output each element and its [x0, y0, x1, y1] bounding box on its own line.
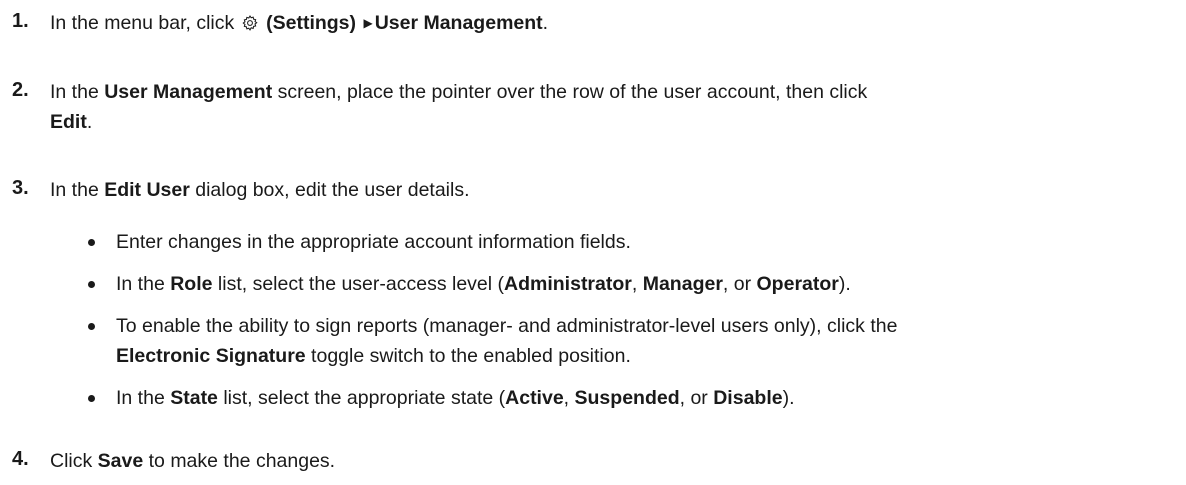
step-text-part: Click [50, 450, 98, 472]
step-number: 3. [12, 177, 29, 199]
list-item-text: In the Role list, select the user-access… [116, 269, 1180, 299]
bullet-icon [88, 281, 95, 288]
bullet-text-part: , [563, 387, 575, 409]
step-text-part: to make the changes. [143, 450, 336, 472]
bullet-text-part: toggle switch to the enabled position. [305, 345, 631, 367]
gear-icon [242, 15, 258, 31]
bullet-text-part: , or [679, 387, 714, 409]
step-text-part: . [86, 111, 93, 133]
edit-label: Edit [50, 111, 87, 133]
list-item-text: Enter changes in the appropriate account… [116, 227, 1180, 257]
list-item-text: In the State list, select the appropriat… [116, 383, 1180, 413]
manager-label: Manager [642, 273, 723, 295]
bullet-icon [88, 239, 95, 246]
step-text-part: In the [50, 81, 105, 103]
bullet-text-part: , or [722, 273, 757, 295]
bullet-text-part: list, select the appropriate state ( [217, 387, 506, 409]
step-text: In the Edit User dialog box, edit the us… [50, 175, 1170, 205]
settings-label: (Settings) [266, 12, 357, 34]
caret-right-icon: ▶ [363, 16, 373, 30]
bullet-text-part: , [631, 273, 643, 295]
list-item-text: To enable the ability to sign reports (m… [116, 311, 1180, 371]
role-label: Role [170, 273, 213, 295]
electronic-signature-label: Electronic Signature [116, 345, 306, 367]
bullet-text-part: list, select the user-access level ( [212, 273, 505, 295]
step-text: Click Save to make the changes. [50, 446, 1170, 476]
bullet-icon [88, 323, 95, 330]
bullet-text-part: In the [116, 387, 171, 409]
step-number: 4. [12, 448, 29, 470]
suspended-label: Suspended [574, 387, 680, 409]
user-management-label: User Management [374, 12, 543, 34]
bullet-text-part: Enter changes in the appropriate account… [116, 231, 631, 253]
bullet-text-part: In the [116, 273, 171, 295]
edit-user-label: Edit User [104, 179, 190, 201]
active-label: Active [505, 387, 564, 409]
bullet-text-part: To enable the ability to sign reports (m… [116, 315, 898, 337]
state-label: State [170, 387, 218, 409]
user-management-label: User Management [104, 81, 273, 103]
disable-label: Disable [713, 387, 783, 409]
step-text: In the User Management screen, place the… [50, 77, 1170, 137]
save-label: Save [97, 450, 144, 472]
bullet-text-part: ). [838, 273, 851, 295]
step-text-part: In the [50, 179, 105, 201]
bullet-icon [88, 395, 95, 402]
step-text: In the menu bar, click (Settings) ▶ User … [50, 8, 1170, 38]
step-text-part: . [542, 12, 549, 34]
operator-label: Operator [756, 273, 839, 295]
step-number: 2. [12, 79, 29, 101]
step-text-part: screen, place the pointer over the row o… [272, 81, 868, 103]
administrator-label: Administrator [504, 273, 632, 295]
step-number: 1. [12, 10, 29, 32]
step-text-part: dialog box, edit the user details. [189, 179, 470, 201]
step-text-part: In the menu bar, click [50, 12, 240, 34]
bullet-text-part: ). [782, 387, 795, 409]
